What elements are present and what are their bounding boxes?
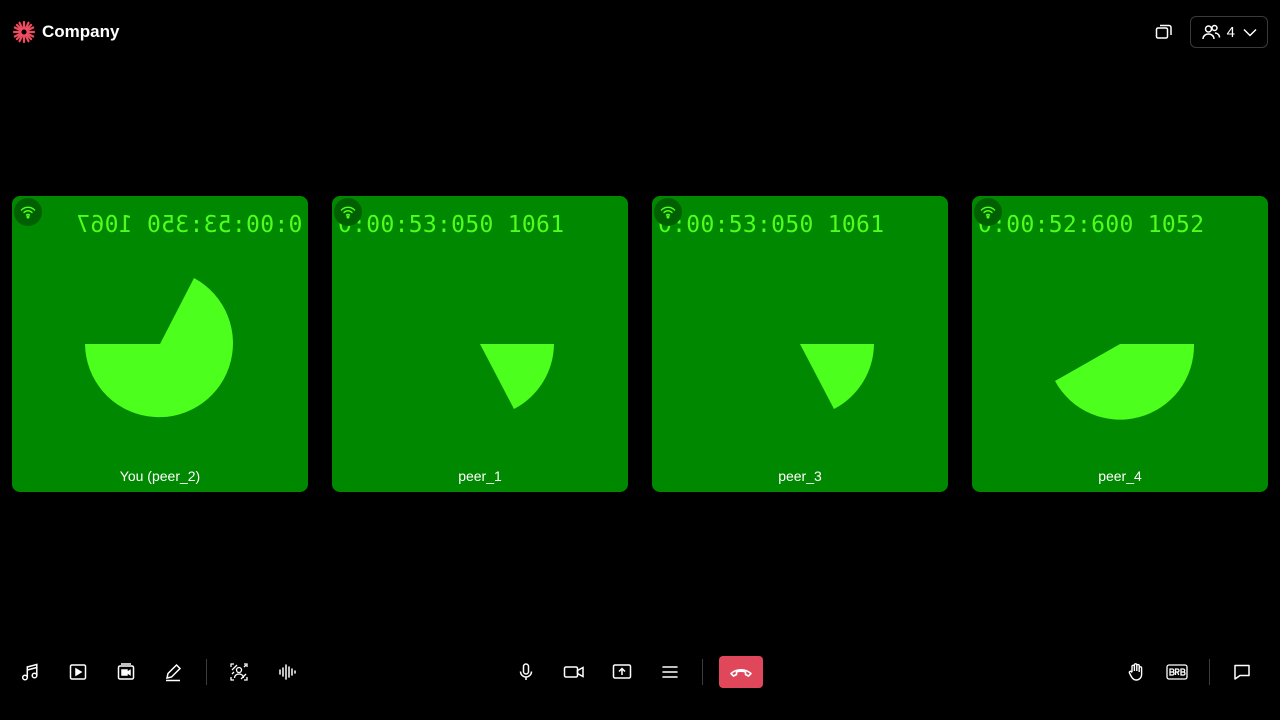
music-button[interactable] bbox=[14, 656, 46, 688]
chevron-down-icon bbox=[1243, 28, 1257, 37]
chat-button[interactable] bbox=[1226, 656, 1258, 688]
leave-call-icon bbox=[730, 668, 752, 677]
video-playlist-button[interactable] bbox=[62, 656, 94, 688]
layout-toggle-button[interactable] bbox=[1148, 16, 1180, 48]
more-menu-button[interactable] bbox=[654, 656, 686, 688]
microphone-icon bbox=[519, 663, 533, 680]
video-tile-self[interactable]: 0:00:53:350 1067 You (peer_2) bbox=[12, 196, 308, 492]
participant-name: peer_4 bbox=[1098, 468, 1142, 484]
noise-suppression-button[interactable] bbox=[271, 656, 303, 688]
timer-overlay: 0:00:52:600 1052 bbox=[978, 212, 1205, 238]
test-pattern-pie bbox=[1055, 344, 1195, 420]
music-icon bbox=[21, 663, 38, 681]
layout-windows-icon bbox=[1155, 24, 1172, 39]
brb-icon bbox=[1166, 664, 1188, 680]
video-tile-peer[interactable]: 0:00:52:600 1052 peer_4 bbox=[972, 196, 1268, 492]
virtual-background-icon bbox=[230, 663, 248, 681]
timer-overlay: 0:00:53:050 1061 bbox=[338, 212, 565, 238]
people-icon bbox=[1201, 24, 1220, 40]
toolbar-divider bbox=[206, 659, 207, 685]
camera-button[interactable] bbox=[558, 656, 590, 688]
call-controls-toolbar bbox=[0, 648, 1280, 696]
microphone-button[interactable] bbox=[510, 656, 542, 688]
logo-asterisk-icon bbox=[12, 20, 36, 44]
connection-quality-icon bbox=[334, 198, 362, 226]
virtual-background-button[interactable] bbox=[223, 656, 255, 688]
media-share-button[interactable] bbox=[110, 656, 142, 688]
brb-button[interactable] bbox=[1161, 656, 1193, 688]
leave-call-button[interactable] bbox=[719, 656, 763, 688]
whiteboard-pen-icon bbox=[166, 663, 182, 682]
top-bar: Company 4 bbox=[0, 0, 1280, 64]
video-tile-peer[interactable]: 0:00:53:050 1061 peer_1 bbox=[332, 196, 628, 492]
timer-overlay: 0:00:53:050 1061 bbox=[658, 212, 885, 238]
toolbar-divider bbox=[702, 659, 703, 685]
raise-hand-button[interactable] bbox=[1120, 656, 1152, 688]
participant-name: peer_3 bbox=[778, 468, 822, 484]
chat-icon bbox=[1234, 664, 1250, 680]
video-play-icon bbox=[69, 664, 87, 680]
media-share-icon bbox=[117, 663, 135, 680]
timer-overlay: 0:00:53:350 1067 bbox=[75, 212, 302, 238]
noise-suppression-icon bbox=[279, 664, 296, 680]
screen-share-button[interactable] bbox=[606, 656, 638, 688]
participant-name: You (peer_2) bbox=[119, 468, 201, 484]
participant-name: peer_1 bbox=[458, 468, 502, 484]
test-pattern-pie bbox=[480, 344, 554, 409]
company-logo: Company bbox=[12, 20, 119, 44]
participants-button[interactable]: 4 bbox=[1189, 16, 1268, 48]
test-pattern-pie bbox=[85, 278, 233, 418]
video-tile-peer[interactable]: 0:00:53:050 1061 peer_3 bbox=[652, 196, 948, 492]
participant-count: 4 bbox=[1226, 23, 1235, 41]
logo-text: Company bbox=[42, 22, 120, 41]
more-menu-icon bbox=[662, 666, 678, 678]
toolbar-divider bbox=[1209, 659, 1210, 685]
raise-hand-icon bbox=[1128, 663, 1143, 681]
connection-quality-icon bbox=[654, 198, 682, 226]
connection-quality-icon bbox=[974, 198, 1002, 226]
test-pattern-pie bbox=[800, 344, 874, 409]
video-grid: 0:00:53:350 1067 You (peer_2) 0:00:53:05… bbox=[12, 196, 1268, 492]
screen-share-icon bbox=[612, 664, 632, 679]
header-controls: 4 bbox=[1148, 16, 1268, 48]
whiteboard-button[interactable] bbox=[157, 656, 189, 688]
camera-icon bbox=[563, 666, 584, 678]
connection-quality-icon bbox=[14, 198, 42, 226]
